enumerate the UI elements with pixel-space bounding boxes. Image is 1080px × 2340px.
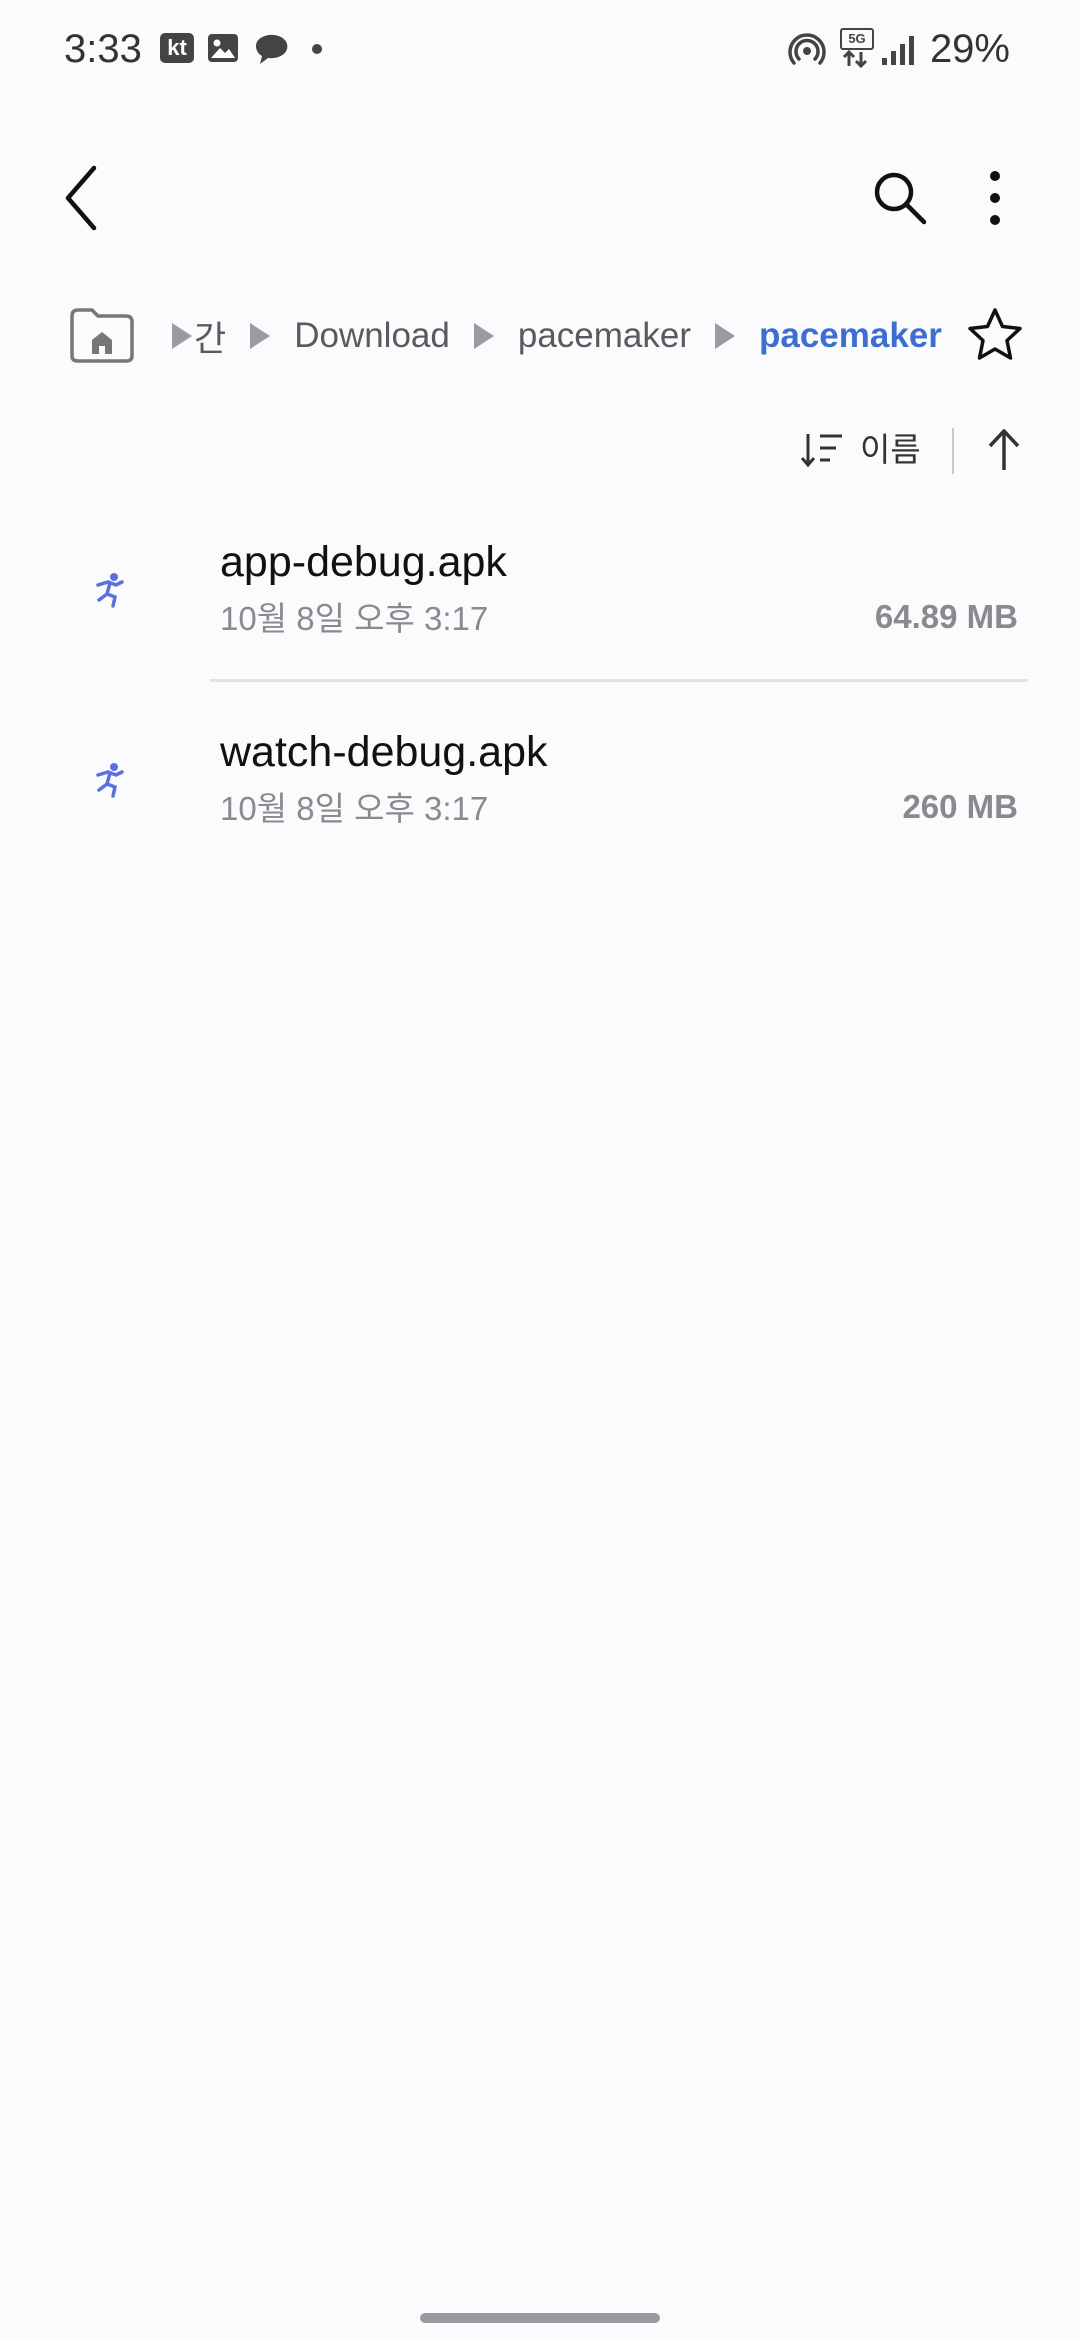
file-size: 260 MB [902, 788, 1018, 825]
carrier-badge: kt [160, 33, 194, 63]
hotspot-icon [788, 33, 826, 65]
breadcrumb-item-download[interactable]: Download [294, 316, 450, 356]
file-date: 10월 8일 오후 3:17 [220, 600, 489, 637]
breadcrumb-item-current[interactable]: pacemaker [759, 316, 942, 356]
breadcrumb-item[interactable]: 간 [194, 311, 226, 362]
home-indicator[interactable] [420, 2313, 660, 2323]
signal-icon [882, 36, 914, 65]
breadcrumb-item-pacemaker[interactable]: pacemaker [518, 316, 691, 356]
breadcrumb-separator-icon [250, 323, 271, 349]
sort-divider [952, 428, 954, 474]
network-5g-icon: 5G [840, 28, 874, 69]
arrow-up-icon[interactable] [984, 426, 1024, 474]
file-date: 10월 8일 오후 3:17 [220, 790, 489, 827]
network-5g-label: 5G [840, 28, 874, 50]
list-item[interactable]: app-debug.apk 10월 8일 오후 3:17 64.89 MB [0, 500, 1080, 680]
sort-icon[interactable] [800, 430, 844, 470]
chevron-left-icon[interactable] [58, 160, 106, 236]
chat-notification-icon [256, 34, 288, 64]
star-icon[interactable] [966, 306, 1024, 364]
file-size: 64.89 MB [874, 598, 1018, 635]
more-vert-icon[interactable] [975, 166, 1015, 230]
search-icon[interactable] [868, 166, 932, 230]
status-time: 3:33 [64, 27, 142, 71]
more-notifications-dot [312, 44, 322, 54]
breadcrumb-separator-icon [715, 323, 735, 349]
running-figure-icon [96, 573, 124, 608]
running-figure-icon [96, 763, 124, 798]
home-folder-icon[interactable] [68, 306, 136, 364]
breadcrumb-separator-icon [473, 323, 494, 349]
battery-percentage: 29% [929, 27, 1010, 71]
data-arrows-icon [842, 49, 868, 69]
list-divider [210, 679, 1028, 682]
breadcrumb-separator-icon [172, 323, 192, 349]
list-item[interactable]: watch-debug.apk 10월 8일 오후 3:17 260 MB [0, 690, 1080, 870]
breadcrumb: 간 Download pacemaker pacemaker [172, 310, 942, 362]
sort-label[interactable]: 이름 [860, 428, 921, 472]
file-name: app-debug.apk [220, 538, 507, 586]
image-notification-icon [208, 34, 238, 62]
file-name: watch-debug.apk [220, 728, 548, 776]
